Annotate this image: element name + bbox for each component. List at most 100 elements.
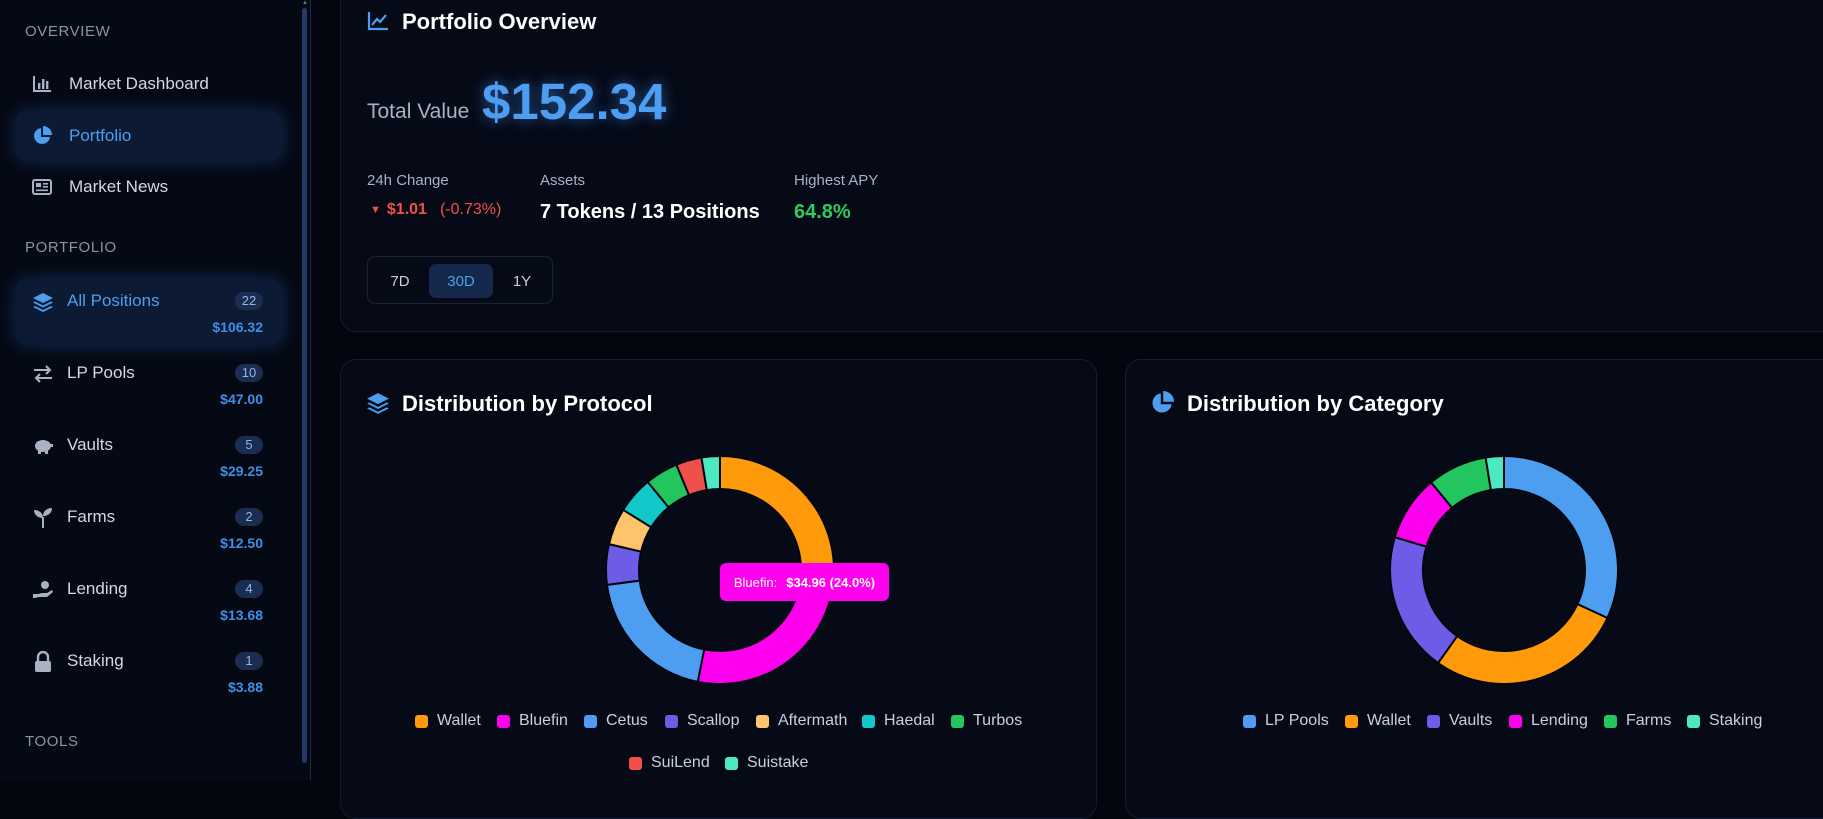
nav-item-label: Market News (69, 177, 169, 196)
time-range-selector: 7D 30D 1Y (367, 256, 553, 304)
tooltip-value: $34.96 (24.0%) (786, 574, 876, 590)
legend-item[interactable]: SuiLend (629, 754, 710, 772)
position-value: $3.88 (227, 679, 263, 695)
category-chart-title: Distribution by Category (1187, 391, 1444, 416)
donut-slice-vaults[interactable] (1389, 535, 1459, 665)
sidebar-item-staking[interactable]: Staking 1 $3.88 (16, 640, 282, 704)
nav-item-label: Portfolio (69, 126, 132, 145)
position-value: $12.50 (220, 535, 263, 551)
sidebar-item-label: Farms (67, 507, 116, 526)
pie-chart-icon (1150, 391, 1174, 415)
legend-swatch (584, 714, 597, 728)
legend-item[interactable]: Wallet (415, 712, 481, 730)
legend-label: Staking (1709, 712, 1763, 729)
legend-label: Bluefin (519, 712, 568, 729)
legend-label: Scallop (687, 712, 740, 729)
tooltip-label: Bluefin: (733, 574, 778, 590)
legend-item[interactable]: Vaults (1427, 712, 1492, 730)
legend-swatch (497, 714, 510, 728)
nav-item-market-dashboard[interactable]: Market Dashboard (16, 60, 282, 108)
legend-item[interactable]: Bluefin (497, 712, 568, 730)
count-badge: 1 (235, 652, 263, 670)
legend-swatch (629, 756, 642, 770)
sidebar-item-label: Lending (67, 579, 128, 598)
legend-label: LP Pools (1265, 712, 1329, 729)
legend-item[interactable]: Farms (1604, 712, 1671, 730)
nav-item-market-news[interactable]: Market News (16, 163, 282, 211)
total-value: $152.34 (482, 73, 667, 130)
legend-label: Vaults (1449, 712, 1493, 729)
change-amount: $1.01 (386, 201, 427, 218)
sidebar-item-vaults[interactable]: Vaults 5 $29.25 (16, 424, 282, 488)
legend-item[interactable]: LP Pools (1243, 712, 1329, 730)
layers-icon (32, 291, 54, 313)
legend-swatch (1687, 714, 1700, 728)
section-title-portfolio: PORTFOLIO (25, 239, 117, 256)
chart-tooltip: Bluefin: $34.96 (24.0%) (720, 563, 889, 601)
sidebar-item-label: All Positions (67, 291, 160, 310)
count-badge: 2 (235, 508, 263, 526)
sidebar-item-lp-pools[interactable]: LP Pools 10 $47.00 (16, 352, 282, 416)
portfolio-overview-card (340, 0, 1823, 332)
lock-icon (32, 651, 54, 673)
legend-label: Wallet (1367, 712, 1411, 729)
donut-slice-cetus[interactable] (605, 579, 706, 683)
donut-slice-lp-pools[interactable] (1503, 454, 1619, 620)
legend-swatch (1243, 714, 1256, 728)
legend-swatch (951, 714, 964, 728)
range-7d-button[interactable]: 7D (376, 264, 424, 298)
layers-icon (366, 391, 390, 415)
line-chart-icon (366, 9, 390, 33)
hand-holding-icon (32, 579, 54, 601)
legend-swatch (415, 714, 428, 728)
legend-item[interactable]: Aftermath (756, 712, 847, 730)
legend-item[interactable]: Haedal (862, 712, 935, 730)
legend-label: Turbos (973, 712, 1023, 729)
legend-label: Wallet (437, 712, 481, 729)
bar-chart-icon (32, 74, 52, 94)
seedling-icon (32, 507, 54, 529)
change-label: 24h Change (367, 172, 449, 189)
position-value: $13.68 (220, 607, 263, 623)
change-row: ▼ $1.01 (-0.73%) (370, 201, 501, 219)
legend-swatch (725, 756, 738, 770)
protocol-chart-title: Distribution by Protocol (402, 391, 653, 416)
count-badge: 22 (235, 292, 263, 310)
legend-label: Suistake (747, 754, 809, 771)
sidebar-item-label: Vaults (67, 435, 113, 454)
sidebar-item-farms[interactable]: Farms 2 $12.50 (16, 496, 282, 560)
assets-label: Assets (540, 172, 586, 189)
legend-item[interactable]: Turbos (951, 712, 1022, 730)
legend-swatch (1509, 714, 1522, 728)
legend-swatch (1345, 714, 1358, 728)
scrollbar-up-arrow-icon[interactable]: ▲ (302, 0, 308, 6)
legend-item[interactable]: Cetus (584, 712, 648, 730)
change-percent: (-0.73%) (439, 201, 502, 218)
legend-label: Farms (1626, 712, 1672, 729)
legend-item[interactable]: Scallop (665, 712, 739, 730)
legend-item[interactable]: Staking (1687, 712, 1762, 730)
range-1y-button[interactable]: 1Y (498, 264, 546, 298)
sidebar-item-lending[interactable]: Lending 4 $13.68 (16, 568, 282, 632)
sidebar-item-label: Staking (67, 651, 124, 670)
legend-label: Aftermath (778, 712, 848, 729)
donut-slice-wallet[interactable] (1436, 602, 1609, 685)
nav-item-portfolio[interactable]: Portfolio (16, 112, 282, 160)
position-value: $29.25 (220, 463, 263, 479)
legend-label: SuiLend (651, 754, 710, 771)
caret-down-icon: ▼ (370, 204, 381, 216)
newspaper-icon (32, 177, 52, 197)
sidebar-item-all-positions[interactable]: All Positions 22 $106.32 (16, 280, 282, 344)
legend-swatch (665, 714, 678, 728)
legend-swatch (862, 714, 875, 728)
legend-item[interactable]: Lending (1509, 712, 1588, 730)
legend-swatch (1427, 714, 1440, 728)
section-title-overview: OVERVIEW (25, 23, 111, 40)
count-badge: 4 (235, 580, 263, 598)
legend-item[interactable]: Wallet (1345, 712, 1411, 730)
pie-chart-icon (32, 126, 52, 146)
apy-value: 64.8% (794, 201, 851, 223)
legend-item[interactable]: Suistake (725, 754, 808, 772)
range-30d-button[interactable]: 30D (429, 264, 493, 298)
sidebar-scrollbar[interactable] (302, 8, 307, 763)
